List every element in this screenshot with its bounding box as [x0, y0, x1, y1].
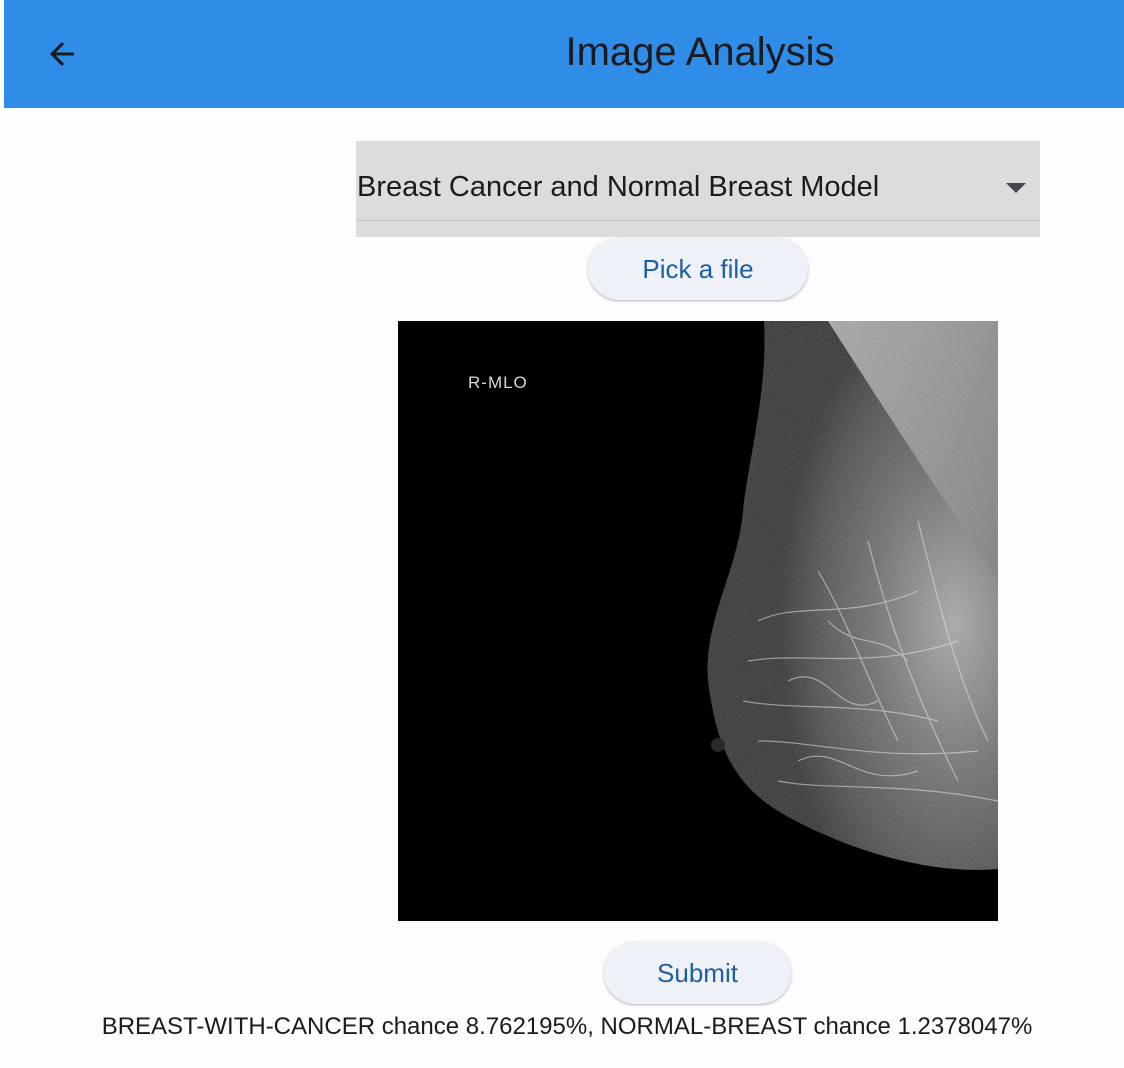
caret-down-icon [1006, 183, 1026, 193]
model-dropdown-value: Breast Cancer and Normal Breast Model [357, 171, 880, 203]
mammogram-graphic [398, 321, 998, 921]
page-title: Image Analysis [565, 30, 835, 74]
app-bar: Image Analysis [4, 0, 1124, 108]
mammogram-preview-image: R-MLO [398, 321, 998, 921]
dropdown-underline [356, 220, 1040, 221]
app-screen: Image Analysis Breast Cancer and Normal … [0, 0, 1124, 1068]
submit-button[interactable]: Submit [604, 942, 791, 1004]
pick-file-button[interactable]: Pick a file [588, 238, 808, 300]
image-view-label: R-MLO [468, 373, 528, 392]
prediction-result-text: BREAST-WITH-CANCER chance 8.762195%, NOR… [101, 1013, 1033, 1040]
model-dropdown[interactable]: Breast Cancer and Normal Breast Model [356, 141, 1040, 237]
